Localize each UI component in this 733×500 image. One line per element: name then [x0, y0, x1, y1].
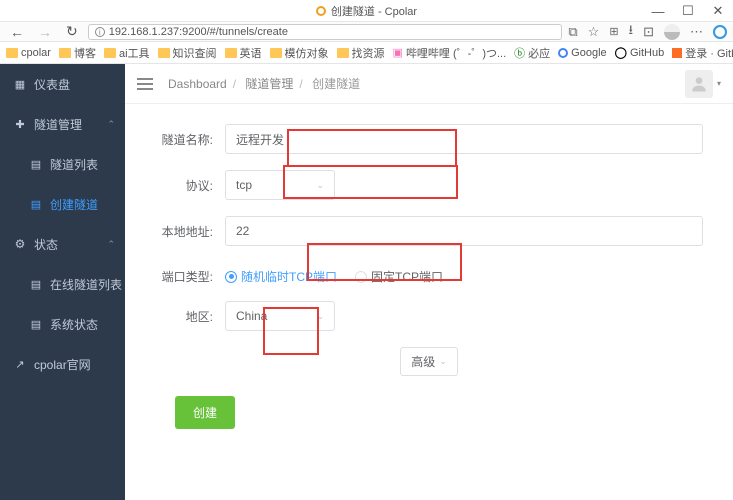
dashboard-icon: [14, 78, 26, 90]
create-button[interactable]: 创建: [175, 396, 235, 429]
crumb-current: 创建隧道: [312, 77, 360, 91]
plus-icon: [14, 118, 26, 130]
bookmark-item[interactable]: 模仿对象: [270, 45, 329, 61]
crumb-tunnels[interactable]: 隧道管理: [245, 77, 293, 91]
bookmark-item[interactable]: ◯GitHub: [615, 46, 665, 59]
profile-icon[interactable]: [664, 24, 680, 40]
tunnel-form: 隧道名称: 协议: tcp⌄ 本地地址: 端口类型: 随机临时TCP端口 固定T…: [125, 104, 733, 449]
app-icon: [316, 6, 326, 16]
label-addr: 本地地址:: [155, 223, 225, 240]
list-icon: [30, 318, 42, 330]
local-address-input[interactable]: [225, 216, 703, 246]
avatar[interactable]: [685, 70, 713, 98]
bookmark-item[interactable]: cpolar: [6, 47, 51, 59]
protocol-select[interactable]: tcp⌄: [225, 170, 335, 200]
label-name: 隧道名称:: [155, 131, 225, 148]
bookmark-item[interactable]: 知识查阅: [158, 45, 217, 61]
advanced-button[interactable]: 高级⌄: [400, 347, 458, 376]
sidebar-item-official[interactable]: cpolar官网: [0, 344, 125, 384]
url-text: 192.168.1.237:9200/#/tunnels/create: [109, 26, 288, 38]
copy-icon[interactable]: ⧉: [568, 24, 577, 40]
close-button[interactable]: ✕: [703, 0, 733, 22]
bookmark-item[interactable]: Google: [558, 47, 606, 59]
sidebar-item-tunnel-list[interactable]: 隧道列表: [0, 144, 125, 184]
hamburger-icon[interactable]: [137, 75, 153, 93]
browser-address-bar: ← → ↻ i 192.168.1.237:9200/#/tunnels/cre…: [0, 22, 733, 42]
region-select[interactable]: China⌄: [225, 301, 335, 331]
window-controls: — ☐ ✕: [643, 0, 733, 22]
chevron-up-icon: ⌃: [107, 239, 115, 250]
sidebar-item-tunnels[interactable]: 隧道管理⌃: [0, 104, 125, 144]
label-region: 地区:: [155, 308, 225, 325]
download-icon[interactable]: ⭳: [629, 21, 634, 43]
star-icon[interactable]: ☆: [588, 24, 600, 40]
maximize-button[interactable]: ☐: [673, 0, 703, 22]
forward-icon[interactable]: →: [34, 24, 56, 40]
bookmark-item[interactable]: ai工具: [104, 45, 150, 61]
radio-fixed-port[interactable]: 固定TCP端口: [355, 268, 443, 285]
menu-icon[interactable]: ⋯: [690, 24, 703, 40]
window-titlebar: 创建隧道 - Cpolar — ☐ ✕: [0, 0, 733, 22]
bookmark-item[interactable]: ▣哔哩哔哩 (゜-゜)つ...: [393, 45, 507, 61]
bookmark-item[interactable]: ⓑ必应: [514, 45, 550, 61]
main-content: Dashboard/ 隧道管理/ 创建隧道 ▾ 隧道名称: 协议: tcp⌄ 本…: [125, 64, 733, 500]
chevron-down-icon: ⌄: [439, 356, 447, 367]
crumb-dashboard[interactable]: Dashboard: [168, 77, 227, 91]
minimize-button[interactable]: —: [643, 0, 673, 22]
refresh-icon[interactable]: ↻: [62, 23, 82, 40]
sidebar-item-status[interactable]: 状态⌃: [0, 224, 125, 264]
label-protocol: 协议:: [155, 177, 225, 194]
tunnel-name-input[interactable]: [225, 124, 703, 154]
topbar: Dashboard/ 隧道管理/ 创建隧道 ▾: [125, 64, 733, 104]
sidebar-item-online-list[interactable]: 在线隧道列表: [0, 264, 125, 304]
url-input[interactable]: i 192.168.1.237:9200/#/tunnels/create: [88, 24, 563, 40]
list-icon: [30, 278, 42, 290]
cpolar-ext-icon[interactable]: [713, 25, 727, 39]
bookmark-item[interactable]: 登录 · GitLab: [672, 45, 733, 61]
tab-icon[interactable]: ⊞: [609, 25, 618, 38]
window-title: 创建隧道 - Cpolar: [331, 3, 417, 19]
sidebar-item-dashboard[interactable]: 仪表盘: [0, 64, 125, 104]
label-port-type: 端口类型:: [155, 268, 225, 285]
chevron-down-icon: ⌄: [316, 180, 324, 191]
bookmark-item[interactable]: 英语: [225, 45, 262, 61]
back-icon[interactable]: ←: [6, 24, 28, 40]
sidebar-item-sys-status[interactable]: 系统状态: [0, 304, 125, 344]
gear-icon: [14, 238, 26, 250]
radio-random-port[interactable]: 随机临时TCP端口: [225, 268, 337, 285]
sidebar: 仪表盘 隧道管理⌃ 隧道列表 创建隧道 状态⌃ 在线隧道列表 系统状态 cpol…: [0, 64, 125, 500]
chevron-down-icon: ⌄: [316, 311, 324, 322]
external-link-icon: [14, 358, 26, 370]
chevron-down-icon[interactable]: ▾: [717, 79, 721, 88]
chevron-up-icon: ⌃: [107, 119, 115, 130]
info-icon: i: [95, 27, 105, 37]
list-icon: [30, 198, 42, 210]
breadcrumb: Dashboard/ 隧道管理/ 创建隧道: [168, 75, 360, 92]
sidebar-item-create-tunnel[interactable]: 创建隧道: [0, 184, 125, 224]
bookmark-item[interactable]: 博客: [59, 45, 96, 61]
bookmarks-bar: cpolar 博客 ai工具 知识查阅 英语 模仿对象 找资源 ▣哔哩哔哩 (゜…: [0, 42, 733, 64]
list-icon: [30, 158, 42, 170]
extension-icon[interactable]: ⊡: [643, 24, 654, 40]
bookmark-item[interactable]: 找资源: [337, 45, 385, 61]
